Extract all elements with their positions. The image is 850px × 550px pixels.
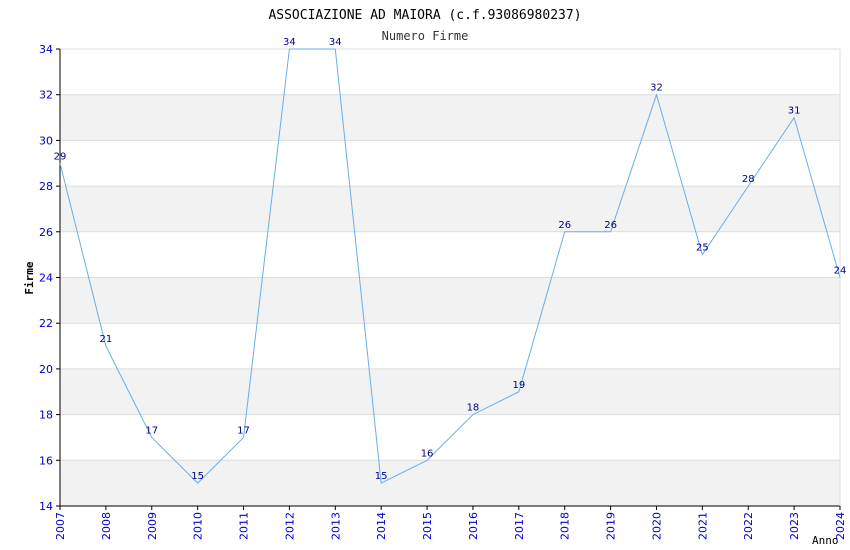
x-tick-label: 2022: [742, 512, 755, 540]
data-label: 32: [650, 83, 663, 94]
y-axis-label: Firme: [23, 261, 36, 294]
y-tick-label: 24: [39, 272, 53, 285]
data-label: 15: [375, 471, 388, 482]
chart-title: ASSOCIAZIONE AD MAIORA (c.f.93086980237): [268, 8, 581, 23]
y-tick-label: 22: [39, 317, 53, 330]
plot-band: [60, 94, 840, 141]
x-tick-label: 2008: [100, 512, 113, 540]
y-tick-labels: 14 16 18 20 22 24 26 28 30 32 34: [39, 43, 53, 513]
data-label: 24: [834, 266, 847, 277]
y-tick-label: 30: [39, 134, 53, 147]
data-label: 21: [100, 334, 113, 345]
x-tick-label: 2010: [192, 512, 205, 540]
x-tick-label: 2016: [467, 512, 480, 540]
y-tick-label: 14: [39, 500, 53, 513]
data-label: 34: [329, 37, 342, 48]
x-axis-label: Anno: [812, 534, 839, 547]
data-label: 17: [145, 425, 158, 436]
x-tick-labels: 2007 2008 2009 2010 2011 2012 2013 2014 2015 2016…: [54, 512, 847, 540]
y-tick-label: 20: [39, 363, 53, 376]
chart: 1416182022242628303234 2007 2008 2009 2010 2…: [23, 8, 847, 547]
y-tick-label: 26: [39, 226, 53, 239]
data-label: 29: [54, 151, 67, 162]
y-tick-label: 32: [39, 89, 53, 102]
x-tick-label: 2015: [421, 512, 434, 540]
y-tick-label: 18: [39, 409, 53, 422]
plot-band: [60, 277, 840, 324]
x-tick-label: 2013: [329, 512, 342, 540]
data-label: 17: [237, 425, 250, 436]
plot-band: [60, 368, 840, 415]
x-tick-label: 2021: [696, 512, 709, 540]
data-label: 25: [696, 243, 709, 254]
y-tick-label: 16: [39, 454, 53, 467]
data-label: 16: [421, 448, 434, 459]
x-tick-label: 2012: [283, 512, 296, 540]
data-label: 28: [742, 174, 755, 185]
x-tick-label: 2019: [605, 512, 618, 540]
x-tick-label: 2020: [650, 512, 663, 540]
x-tick-label: 2011: [238, 512, 251, 540]
plot-bands: [60, 94, 840, 506]
x-tick-label: 2014: [375, 512, 388, 540]
y-tick-label: 28: [39, 180, 53, 193]
x-tick-label: 2018: [559, 512, 572, 540]
data-label: 26: [604, 220, 617, 231]
x-tick-label: 2017: [513, 512, 526, 540]
chart-subtitle: Numero Firme: [382, 29, 469, 43]
data-label: 18: [467, 403, 480, 414]
data-label: 31: [788, 106, 801, 117]
y-tick-label: 34: [39, 43, 53, 56]
data-label: 26: [558, 220, 571, 231]
plot-band: [60, 460, 840, 506]
data-label: 34: [283, 37, 296, 48]
x-tick-label: 2009: [146, 512, 159, 540]
plot-band: [60, 186, 840, 232]
x-tick-label: 2023: [788, 512, 801, 540]
data-label: 15: [191, 471, 204, 482]
data-label: 19: [512, 380, 525, 391]
x-tick-label: 2007: [54, 512, 67, 540]
